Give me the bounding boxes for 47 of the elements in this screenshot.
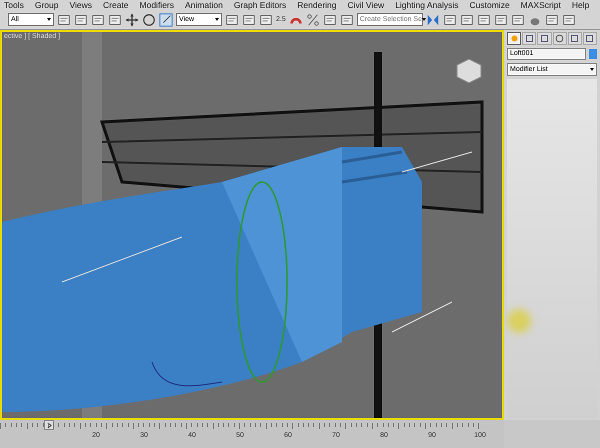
window-icon[interactable]: [340, 12, 354, 26]
menu-item[interactable]: Graph Editors: [234, 0, 286, 10]
window-icon[interactable]: [476, 12, 491, 26]
scale-box-icon[interactable]: [159, 12, 173, 26]
square-icon: [524, 34, 534, 43]
circle-icon[interactable]: [142, 12, 156, 26]
square-icon: [540, 34, 549, 43]
window-icon[interactable]: [322, 12, 337, 26]
window-icon[interactable]: [91, 12, 105, 26]
window-icon[interactable]: [544, 12, 559, 26]
menu-item[interactable]: Group: [34, 0, 58, 10]
window-icon[interactable]: [510, 12, 525, 26]
mirror-icon[interactable]: [426, 12, 440, 26]
sun-icon: [510, 34, 519, 43]
timeline-next-button[interactable]: [44, 420, 54, 430]
menu-item[interactable]: Views: [69, 0, 92, 10]
window-icon[interactable]: [74, 12, 88, 26]
command-panel-tab[interactable]: [582, 32, 598, 45]
menu-item[interactable]: Create: [103, 0, 129, 10]
command-panel-tab[interactable]: [537, 32, 552, 45]
window-icon[interactable]: [242, 12, 256, 26]
menu-item[interactable]: Lighting Analysis: [395, 0, 459, 10]
square-icon: [570, 34, 580, 43]
menu-item[interactable]: Animation: [185, 0, 223, 10]
window-icon[interactable]: [562, 12, 576, 26]
menu-item[interactable]: Customize: [470, 0, 510, 10]
window-icon[interactable]: [460, 12, 474, 26]
object-color-swatch[interactable]: [589, 49, 597, 59]
window-icon[interactable]: [494, 12, 508, 26]
percent-icon[interactable]: [306, 12, 320, 26]
command-panel-tab[interactable]: [552, 32, 567, 45]
menu-item[interactable]: Modifiers: [140, 0, 174, 10]
menu-item[interactable]: Help: [572, 0, 590, 10]
command-panel-tab[interactable]: [522, 32, 536, 45]
window-icon[interactable]: [259, 12, 273, 26]
window-icon[interactable]: [225, 12, 239, 26]
menu-item[interactable]: MAXScript: [520, 0, 561, 10]
move-arrows-icon[interactable]: [125, 12, 139, 26]
window-icon[interactable]: [108, 12, 122, 26]
window-icon[interactable]: [57, 12, 71, 26]
command-panel-tab[interactable]: [507, 32, 522, 45]
menu-item[interactable]: Rendering: [297, 0, 336, 10]
square-icon: [585, 34, 594, 43]
window-icon[interactable]: [442, 12, 457, 26]
menu-item[interactable]: Civil View: [348, 0, 384, 10]
command-panel-tab[interactable]: [568, 32, 582, 45]
menu-item[interactable]: Tools: [4, 0, 24, 10]
